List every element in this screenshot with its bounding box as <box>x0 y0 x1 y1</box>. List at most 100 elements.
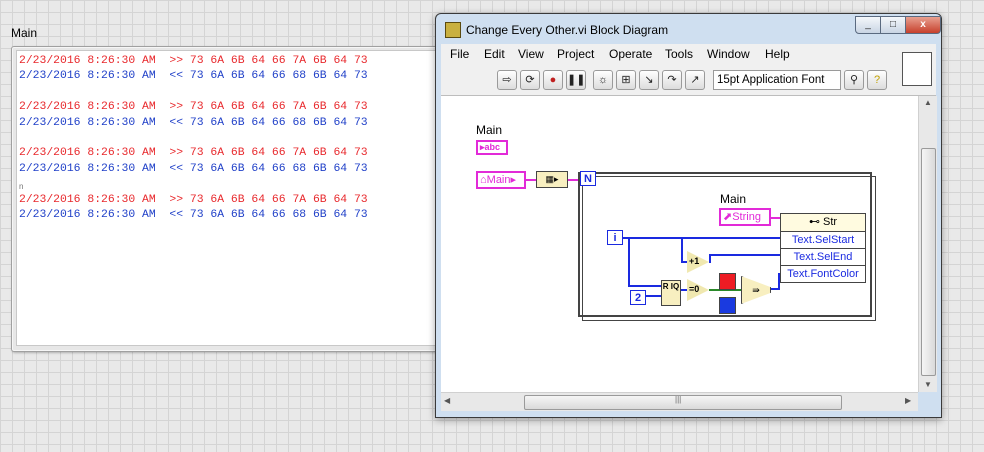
property-node[interactable]: ⊷ Str Text.SelStart Text.SelEnd Text.Fon… <box>780 213 866 283</box>
prop-text-fontcolor[interactable]: Text.FontColor <box>781 265 865 282</box>
log-line: 2/23/2016 8:26:30 AM << 73 6A 6B 64 66 6… <box>19 208 445 223</box>
log-timestamp: 2/23/2016 8:26:30 AM <box>19 208 156 221</box>
menu-bar: File Edit View Project Operate Tools Win… <box>441 44 936 65</box>
horizontal-scroll-thumb[interactable]: ||| <box>524 395 842 410</box>
abort-icon[interactable]: ● <box>543 70 563 90</box>
log-direction: >> <box>169 193 184 206</box>
scroll-down-arrow-icon[interactable]: ▼ <box>924 380 932 389</box>
log-bytes: 73 6A 6B 64 66 7A 6B 64 73 <box>189 147 368 160</box>
terminal-type-label: abc <box>484 142 501 152</box>
color-wire <box>778 273 780 290</box>
step-into-icon[interactable]: ↘ <box>639 70 659 90</box>
iteration-terminal[interactable]: i <box>607 230 623 245</box>
log-direction: << <box>169 116 184 129</box>
constant-2[interactable]: 2 <box>630 290 646 305</box>
add-wire <box>709 254 780 256</box>
string-reference[interactable]: ⬈String <box>719 208 771 226</box>
help-icon[interactable]: ? <box>867 70 887 90</box>
diagram-canvas[interactable]: Main ▸abc ⌂Main▸ ▦▸ N Main ⬈String ⊷ Str… <box>441 96 918 392</box>
red-color-constant[interactable] <box>719 273 736 290</box>
main-control-label: Main <box>476 123 503 137</box>
ref-to-array-node[interactable]: ▦▸ <box>536 171 568 188</box>
log-line: 2/23/2016 8:26:30 AM << 73 6A 6B 64 66 6… <box>19 162 445 177</box>
vertical-scrollbar[interactable]: ▲ ▼ <box>918 96 937 392</box>
property-node-header: ⊷ Str <box>781 214 865 231</box>
scroll-grip-icon: n <box>19 182 24 191</box>
menu-project[interactable]: Project <box>557 47 594 61</box>
string-indicator-label: Main <box>11 26 38 40</box>
main-reference-constant[interactable]: ⌂Main▸ <box>476 171 526 189</box>
block-diagram-window: Change Every Other.vi Block Diagram _ □ … <box>435 13 942 418</box>
menu-file[interactable]: File <box>450 47 469 61</box>
close-button[interactable]: x <box>905 16 941 34</box>
log-line: 2/23/2016 8:26:30 AM >> 73 6A 6B 64 66 7… <box>19 193 445 208</box>
vertical-scroll-thumb[interactable] <box>921 148 936 376</box>
log-bytes: 73 6A 6B 64 66 68 6B 64 73 <box>189 116 368 129</box>
prop-text-selend[interactable]: Text.SelEnd <box>781 248 865 265</box>
blue-color-constant[interactable] <box>719 297 736 314</box>
menu-operate[interactable]: Operate <box>609 47 652 61</box>
font-selector[interactable]: 15pt Application Font <box>713 70 841 90</box>
increment-label: +1 <box>689 256 700 266</box>
log-direction: << <box>169 70 184 83</box>
horizontal-scrollbar[interactable]: ◀ ||| ▶ <box>441 392 918 411</box>
window-title: Change Every Other.vi Block Diagram <box>466 23 669 37</box>
main-string-terminal[interactable]: ▸abc <box>476 140 508 155</box>
title-bar[interactable]: Change Every Other.vi Block Diagram _ □ … <box>436 14 941 44</box>
log-line: 2/23/2016 8:26:30 AM << 73 6A 6B 64 66 6… <box>19 116 445 131</box>
ref-wire <box>526 179 536 181</box>
log-timestamp: 2/23/2016 8:26:30 AM <box>19 70 156 83</box>
main-ref-label: Main <box>486 174 511 186</box>
quotient-remainder-node[interactable]: R IQ <box>661 280 681 306</box>
prop-text-selstart[interactable]: Text.SelStart <box>781 231 865 248</box>
log-direction: >> <box>169 55 184 67</box>
log-bytes: 73 6A 6B 64 66 7A 6B 64 73 <box>189 193 368 206</box>
loop-count-terminal[interactable]: N <box>580 171 596 186</box>
maximize-button[interactable]: □ <box>880 16 906 34</box>
minimize-button[interactable]: _ <box>855 16 881 34</box>
run-continuous-icon[interactable]: ⟳ <box>520 70 540 90</box>
search-icon[interactable]: ⚲ <box>844 70 864 90</box>
scroll-right-arrow-icon[interactable]: ▶ <box>905 396 911 405</box>
log-direction: >> <box>169 147 184 160</box>
vi-connector-icon[interactable] <box>902 52 932 86</box>
menu-view[interactable]: View <box>518 47 544 61</box>
menu-edit[interactable]: Edit <box>484 47 505 61</box>
menu-tools[interactable]: Tools <box>665 47 693 61</box>
step-out-icon[interactable]: ↗ <box>685 70 705 90</box>
highlight-bulb-icon[interactable]: ☼ <box>593 70 613 90</box>
iteration-wire <box>628 285 661 287</box>
const-wire <box>645 295 661 297</box>
log-direction: << <box>169 208 184 221</box>
log-bytes: 73 6A 6B 64 66 7A 6B 64 73 <box>189 55 368 67</box>
menu-help[interactable]: Help <box>765 47 790 61</box>
log-bytes: 73 6A 6B 64 66 68 6B 64 73 <box>189 70 368 83</box>
scroll-up-arrow-icon[interactable]: ▲ <box>924 98 932 107</box>
iteration-wire <box>623 237 780 239</box>
log-timestamp: 2/23/2016 8:26:30 AM <box>19 101 156 114</box>
retain-wire-icon[interactable]: ⊞ <box>616 70 636 90</box>
iteration-wire <box>681 237 683 262</box>
string-indicator[interactable]: 2/23/2016 8:26:30 AM >> 73 6A 6B 64 66 7… <box>16 50 446 346</box>
log-timestamp: 2/23/2016 8:26:30 AM <box>19 55 156 67</box>
scroll-grip: ||| <box>675 395 682 404</box>
log-timestamp: 2/23/2016 8:26:30 AM <box>19 147 156 160</box>
log-timestamp: 2/23/2016 8:26:30 AM <box>19 162 156 175</box>
add-wire <box>709 254 711 263</box>
log-line: 2/23/2016 8:26:30 AM >> 73 6A 6B 64 66 7… <box>19 54 445 69</box>
scroll-left-arrow-icon[interactable]: ◀ <box>444 396 450 405</box>
menu-window[interactable]: Window <box>707 47 750 61</box>
prop-header-text: Str <box>823 216 838 228</box>
log-bytes: 73 6A 6B 64 66 68 6B 64 73 <box>189 162 368 175</box>
run-arrow-icon[interactable]: ⇨ <box>497 70 517 90</box>
toolbar: ⇨ ⟳ ● ❚❚ ☼ ⊞ ↘ ↷ ↗ 15pt Application Font… <box>441 65 936 96</box>
pause-icon[interactable]: ❚❚ <box>566 70 586 90</box>
iteration-wire <box>628 237 630 286</box>
step-over-icon[interactable]: ↷ <box>662 70 682 90</box>
log-line: 2/23/2016 8:26:30 AM >> 73 6A 6B 64 66 7… <box>19 100 445 115</box>
log-direction: << <box>169 162 184 175</box>
log-bytes: 73 6A 6B 64 66 7A 6B 64 73 <box>189 101 368 114</box>
log-direction: >> <box>169 101 184 114</box>
